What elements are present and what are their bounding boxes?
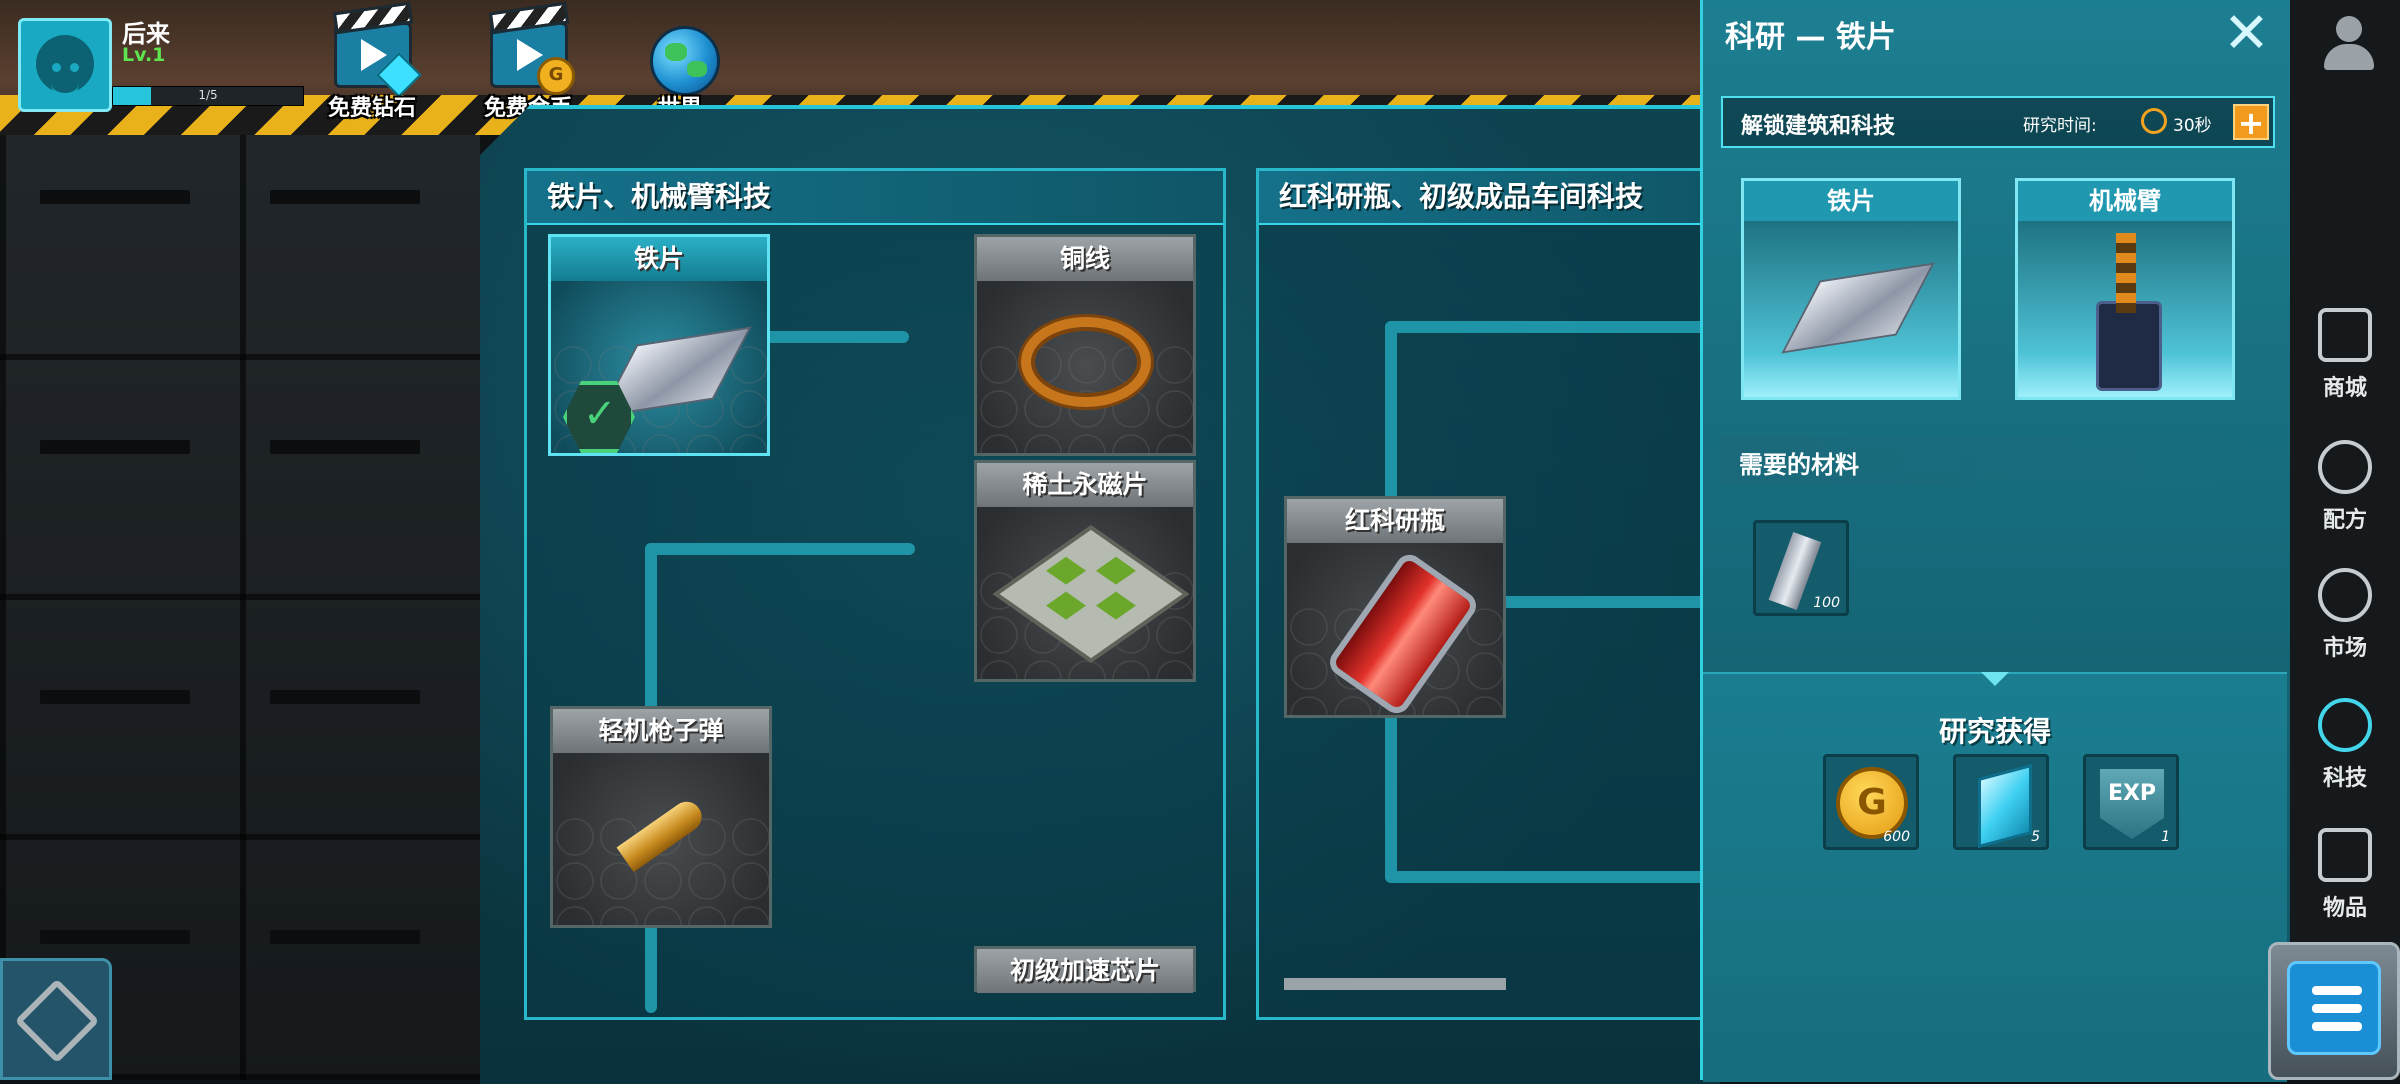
- rewards-label: 研究获得: [1938, 715, 2051, 748]
- tech-card-red-research-flask[interactable]: 红科研瓶: [1284, 496, 1506, 719]
- menu-item-label: 物品: [2322, 896, 2367, 921]
- player-level: Lv.1: [122, 44, 166, 66]
- robot-arm-icon: [2096, 301, 2162, 391]
- chevron-down-icon: [1981, 672, 2009, 686]
- list-icon: [2287, 961, 2381, 1055]
- free-diamond-button[interactable]: 免费钻石: [312, 12, 432, 122]
- xp-progress-text: 1/5: [198, 88, 218, 102]
- menu-item-label: 科技: [2322, 766, 2367, 791]
- tech-card-iron-plate[interactable]: 铁片 ✓: [548, 234, 770, 456]
- xp-progress-bar: 1/5: [112, 86, 304, 106]
- build-tools-button[interactable]: [0, 958, 112, 1080]
- menu-item-items[interactable]: 物品: [2290, 820, 2400, 930]
- globe-icon: [650, 26, 720, 96]
- research-detail-panel: 科研 — 铁片 ✕ 解锁建筑和科技 研究时间: 30秒 + 铁片 机械臂 需要的…: [1700, 0, 2290, 1082]
- reward-count: 5: [2031, 829, 2040, 845]
- tech-card-title: 轻机枪子弹: [553, 709, 769, 753]
- research-time-label: 研究时间:: [2023, 116, 2097, 136]
- user-settings-icon[interactable]: [2320, 14, 2380, 74]
- free-diamond-label: 免费钻石: [327, 96, 416, 121]
- materials-label: 需要的材料: [1739, 451, 1859, 479]
- menu-item-market[interactable]: 市场: [2290, 560, 2400, 670]
- column-title: 红科研瓶、初级成品车间科技: [1259, 171, 1713, 225]
- speed-up-button[interactable]: +: [2233, 104, 2269, 140]
- link-icon: [2318, 568, 2372, 622]
- tech-card-title: 铁片: [551, 237, 767, 281]
- background-left-wall: [0, 0, 480, 1080]
- network-icon: [2318, 698, 2372, 752]
- iron-plate-icon: [1781, 262, 1935, 354]
- tech-card-rare-earth-magnet[interactable]: 稀土永磁片: [974, 460, 1196, 682]
- unlock-bar: 解锁建筑和科技 研究时间: 30秒 +: [1721, 96, 2275, 148]
- copper-coil-icon: [1021, 317, 1151, 407]
- cart-icon: [2318, 308, 2372, 362]
- clock-icon: [2141, 108, 2167, 134]
- reward-count: 600: [1883, 829, 1910, 845]
- material-slot[interactable]: 100: [1753, 520, 1849, 616]
- task-list-button[interactable]: [2268, 942, 2400, 1080]
- menu-item-recipe[interactable]: 配方: [2290, 432, 2400, 542]
- menu-item-shop[interactable]: 商城: [2290, 300, 2400, 410]
- unlock-card-robot-arm[interactable]: 机械臂: [2015, 178, 2235, 400]
- reward-count: 1: [2161, 829, 2170, 845]
- tech-card-copper-wire[interactable]: 铜线: [974, 234, 1196, 456]
- tech-card-title: 初级加速芯片: [977, 949, 1193, 993]
- tech-card-title: 红科研瓶: [1287, 499, 1503, 543]
- menu-item-label: 市场: [2322, 636, 2367, 661]
- research-time-value: 30秒: [2173, 116, 2212, 136]
- reward-slot-diamond[interactable]: 5: [1953, 754, 2049, 850]
- unlock-card-title: 机械臂: [2018, 181, 2232, 221]
- unlock-card-title: 铁片: [1744, 181, 1958, 221]
- reward-slot-exp[interactable]: EXP 1: [2083, 754, 2179, 850]
- menu-item-tech[interactable]: 科技: [2290, 690, 2400, 800]
- menu-item-label: 配方: [2322, 508, 2367, 533]
- tech-card-title: 铜线: [977, 237, 1193, 281]
- detail-title: 科研 — 铁片: [1725, 20, 1896, 55]
- close-button[interactable]: ✕: [2223, 6, 2270, 62]
- materials-header: 需要的材料: [1721, 436, 2261, 484]
- tech-card-partial: [1284, 978, 1506, 990]
- tech-card-basic-accel-chip[interactable]: 初级加速芯片: [974, 946, 1196, 993]
- crate-icon: [2318, 828, 2372, 882]
- column-title: 铁片、机械臂科技: [527, 171, 1223, 225]
- menu-item-label: 商城: [2322, 376, 2367, 401]
- unlock-label: 解锁建筑和科技: [1741, 114, 1896, 139]
- clapperboard-icon: [334, 22, 422, 98]
- reward-slot-gold[interactable]: G 600: [1823, 754, 1919, 850]
- rewards-section: 研究获得 G 600 5 EXP 1: [1703, 672, 2287, 1082]
- player-avatar[interactable]: [18, 18, 112, 112]
- tech-card-title: 稀土永磁片: [977, 463, 1193, 507]
- tech-card-light-mg-bullet[interactable]: 轻机枪子弹: [550, 706, 772, 928]
- unlock-card-iron-plate[interactable]: 铁片: [1741, 178, 1961, 400]
- diamond-icon: [1978, 763, 2032, 849]
- gear-icon: [2318, 440, 2372, 494]
- clapperboard-icon: G: [490, 22, 575, 95]
- material-count: 100: [1813, 595, 1840, 611]
- wrench-hammer-icon: [14, 978, 100, 1064]
- exp-icon: EXP: [2100, 769, 2164, 839]
